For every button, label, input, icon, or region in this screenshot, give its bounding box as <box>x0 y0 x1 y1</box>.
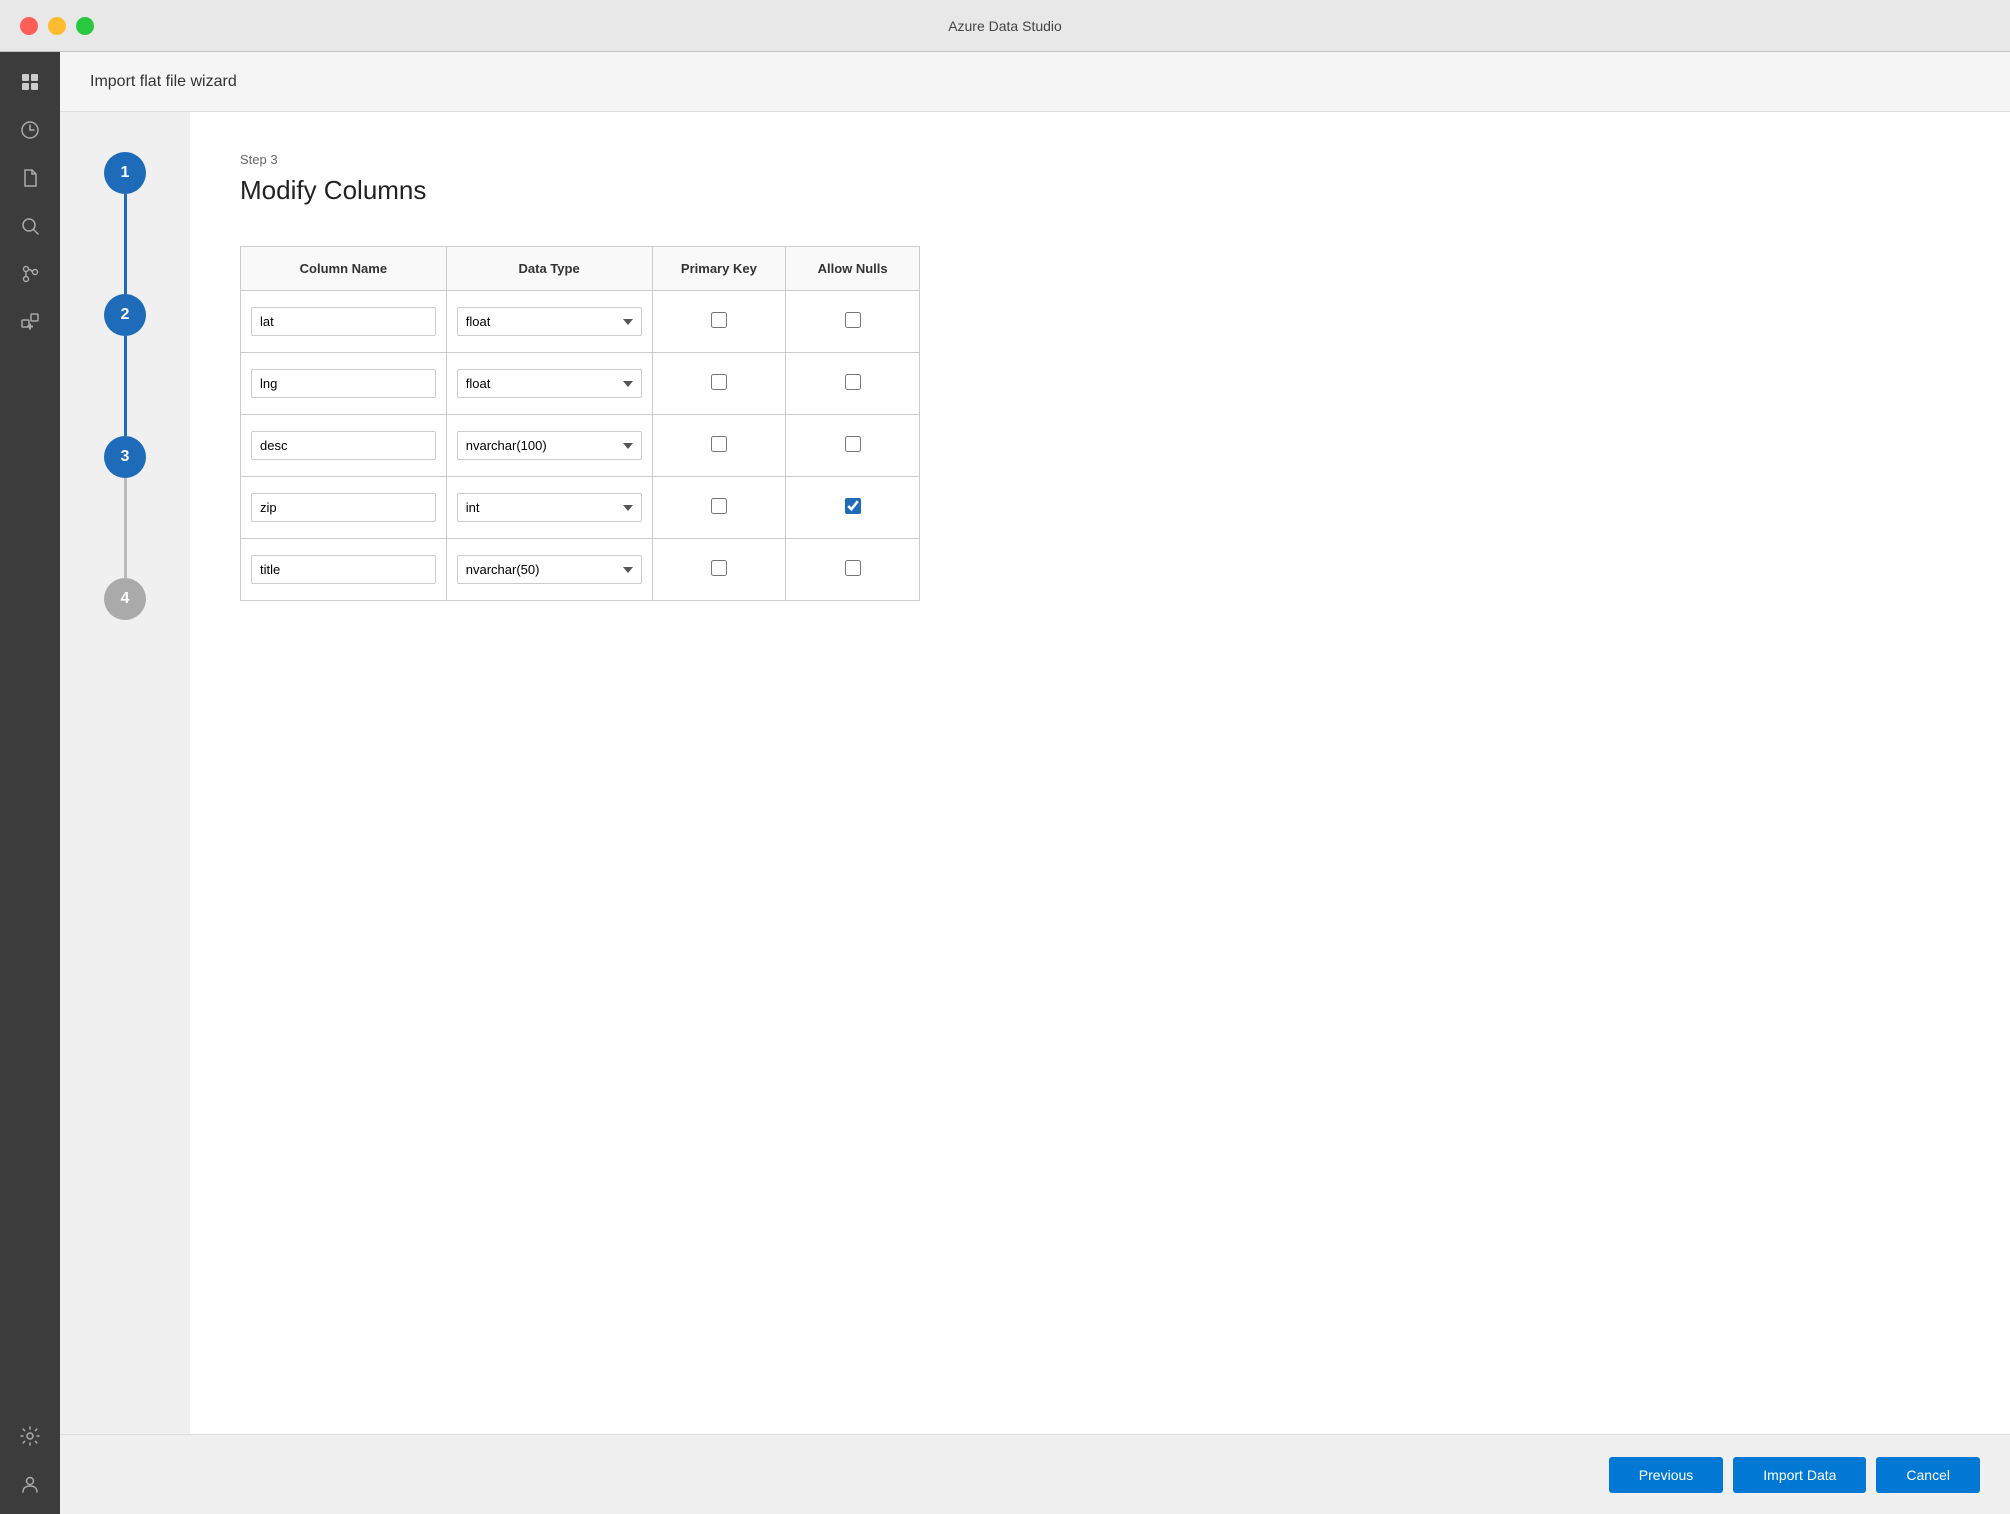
table-row: floatintnvarchar(50)nvarchar(100)nvarcha… <box>241 353 920 415</box>
row-3-primary-key-checkbox[interactable] <box>711 498 727 514</box>
row-1-primary-key-checkbox[interactable] <box>711 374 727 390</box>
step-line-2-3 <box>124 336 127 436</box>
close-button[interactable] <box>20 17 38 35</box>
import-data-button[interactable]: Import Data <box>1733 1457 1866 1493</box>
table-row: floatintnvarchar(50)nvarchar(100)nvarcha… <box>241 477 920 539</box>
row-3-type-select[interactable]: floatintnvarchar(50)nvarchar(100)nvarcha… <box>457 493 642 522</box>
sidebar-icon-explorer[interactable] <box>10 62 50 102</box>
table-row: floatintnvarchar(50)nvarchar(100)nvarcha… <box>241 539 920 601</box>
cancel-button[interactable]: Cancel <box>1876 1457 1980 1493</box>
sidebar <box>0 52 60 1514</box>
sidebar-icon-settings[interactable] <box>10 1416 50 1456</box>
wizard-footer: Previous Import Data Cancel <box>60 1434 2010 1514</box>
sidebar-icon-extensions[interactable] <box>10 302 50 342</box>
sidebar-bottom <box>10 1416 50 1504</box>
step-item-3: 3 <box>104 436 146 578</box>
previous-button[interactable]: Previous <box>1609 1457 1723 1493</box>
app-title: Azure Data Studio <box>948 18 1062 34</box>
sidebar-icon-git[interactable] <box>10 254 50 294</box>
row-1-name-input[interactable] <box>251 369 436 398</box>
header-data-type: Data Type <box>446 247 652 291</box>
header-column-name: Column Name <box>241 247 447 291</box>
step-line-3-4 <box>124 478 127 578</box>
sidebar-icon-search[interactable] <box>10 206 50 246</box>
row-2-name-input[interactable] <box>251 431 436 460</box>
app-body: Import flat file wizard 1 2 3 <box>0 52 2010 1514</box>
sidebar-icon-account[interactable] <box>10 1464 50 1504</box>
step-item-2: 2 <box>104 294 146 436</box>
header-allow-nulls: Allow Nulls <box>786 247 920 291</box>
content-area: Import flat file wizard 1 2 3 <box>60 52 2010 1514</box>
row-2-primary-key-checkbox[interactable] <box>711 436 727 452</box>
step-circle-2: 2 <box>104 294 146 336</box>
wizard-body: 1 2 3 4 Step 3 <box>60 112 2010 1434</box>
row-3-allow-nulls-checkbox[interactable] <box>845 498 861 514</box>
row-0-primary-key-checkbox[interactable] <box>711 312 727 328</box>
row-4-allow-nulls-checkbox[interactable] <box>845 560 861 576</box>
step-circle-1: 1 <box>104 152 146 194</box>
row-3-name-input[interactable] <box>251 493 436 522</box>
maximize-button[interactable] <box>76 17 94 35</box>
steps-panel: 1 2 3 4 <box>60 112 190 1434</box>
step-label: Step 3 <box>240 152 1960 167</box>
wizard-title: Import flat file wizard <box>90 73 237 91</box>
row-4-name-input[interactable] <box>251 555 436 584</box>
window-controls[interactable] <box>20 17 94 35</box>
step-item-1: 1 <box>104 152 146 294</box>
step-item-4: 4 <box>104 578 146 620</box>
row-4-type-select[interactable]: floatintnvarchar(50)nvarchar(100)nvarcha… <box>457 555 642 584</box>
minimize-button[interactable] <box>48 17 66 35</box>
sidebar-icon-file[interactable] <box>10 158 50 198</box>
title-bar: Azure Data Studio <box>0 0 2010 52</box>
row-0-name-input[interactable] <box>251 307 436 336</box>
table-row: floatintnvarchar(50)nvarchar(100)nvarcha… <box>241 291 920 353</box>
wizard-main: Step 3 Modify Columns Column Name Data T… <box>190 112 2010 1434</box>
step-title: Modify Columns <box>240 175 1960 206</box>
row-2-allow-nulls-checkbox[interactable] <box>845 436 861 452</box>
row-0-allow-nulls-checkbox[interactable] <box>845 312 861 328</box>
columns-table: Column Name Data Type Primary Key Allow … <box>240 246 920 601</box>
row-1-type-select[interactable]: floatintnvarchar(50)nvarchar(100)nvarcha… <box>457 369 642 398</box>
table-row: floatintnvarchar(50)nvarchar(100)nvarcha… <box>241 415 920 477</box>
row-1-allow-nulls-checkbox[interactable] <box>845 374 861 390</box>
step-line-1-2 <box>124 194 127 294</box>
wizard-header: Import flat file wizard <box>60 52 2010 112</box>
row-2-type-select[interactable]: floatintnvarchar(50)nvarchar(100)nvarcha… <box>457 431 642 460</box>
row-0-type-select[interactable]: floatintnvarchar(50)nvarchar(100)nvarcha… <box>457 307 642 336</box>
step-circle-4: 4 <box>104 578 146 620</box>
sidebar-icon-history[interactable] <box>10 110 50 150</box>
step-circle-3: 3 <box>104 436 146 478</box>
row-4-primary-key-checkbox[interactable] <box>711 560 727 576</box>
header-primary-key: Primary Key <box>652 247 786 291</box>
